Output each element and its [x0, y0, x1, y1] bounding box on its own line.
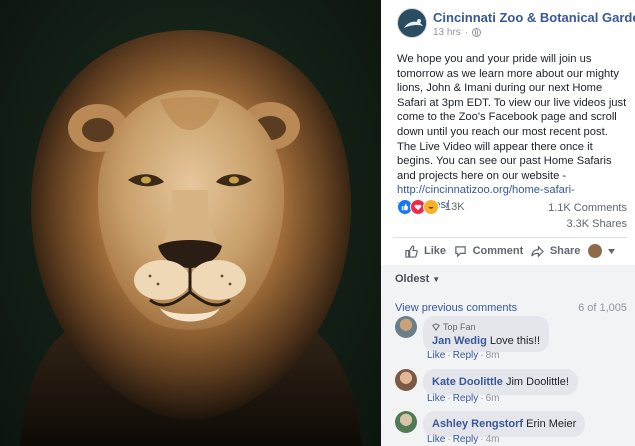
lion-image: [20, 30, 362, 446]
comment-text: Erin Meier: [526, 418, 577, 430]
shares-count[interactable]: 3.3K Shares: [548, 216, 627, 232]
comment-reply-link[interactable]: Reply: [453, 350, 479, 361]
comment-actions: Like · Reply · 8m: [427, 350, 500, 361]
post-meta: 13 hrs ·: [433, 27, 482, 38]
view-previous-comments-link[interactable]: View previous comments: [395, 302, 517, 314]
avatar[interactable]: [395, 411, 417, 433]
post-as-selector[interactable]: [587, 244, 615, 258]
comment-text: Love this!!: [489, 335, 541, 347]
comment-text: Jim Doolittle!: [505, 376, 569, 388]
badge-label: Top Fan: [443, 322, 476, 332]
post-time[interactable]: 13 hrs: [433, 27, 461, 38]
comment-like-link[interactable]: Like: [427, 434, 445, 445]
previous-comments-row: View previous comments 6 of 1,005: [395, 302, 627, 314]
lion-photo[interactable]: [0, 0, 381, 446]
meta-separator: ·: [464, 27, 469, 38]
user-avatar: [587, 244, 602, 258]
share-label: Share: [549, 245, 581, 257]
zoo-logo-icon: [399, 10, 426, 37]
comment-button[interactable]: Comment: [454, 245, 524, 258]
top-fan-badge: Top Fan: [432, 320, 540, 334]
comment-actions: Like · Reply · 6m: [427, 393, 500, 404]
top-fan-badge-icon: [432, 323, 440, 331]
comment-sort-dropdown[interactable]: Oldest ▼: [395, 273, 440, 285]
comments-section: Oldest ▼ View previous comments 6 of 1,0…: [381, 265, 635, 446]
comment-time[interactable]: 6m: [486, 393, 500, 404]
reactions-summary[interactable]: 13K: [397, 199, 465, 215]
post-message: We hope you and your pride will join us …: [397, 53, 627, 182]
comment-time[interactable]: 4m: [486, 434, 500, 445]
chevron-down-icon: [607, 248, 615, 254]
comment-author[interactable]: Ashley Rengstorf: [432, 418, 523, 430]
reaction-count: 13K: [445, 201, 465, 213]
like-label: Like: [424, 245, 447, 257]
comment-author[interactable]: Jan Wedig: [432, 335, 487, 347]
comment-label: Comment: [472, 245, 524, 257]
like-button[interactable]: Like: [405, 244, 447, 258]
comments-shown-count: 6 of 1,005: [578, 302, 627, 314]
comment-like-link[interactable]: Like: [427, 350, 445, 361]
comment-reply-link[interactable]: Reply: [453, 434, 479, 445]
comment-bubble-icon: [454, 245, 466, 258]
post-text: We hope you and your pride will join us …: [397, 52, 627, 213]
sort-label: Oldest: [395, 273, 430, 285]
engagement-counts: 1.1K Comments 3.3K Shares: [548, 200, 627, 232]
like-thumb-icon: [405, 244, 418, 258]
post-panel: Cincinnati Zoo & Botanical Garden 13 hrs…: [381, 0, 635, 446]
comment-like-link[interactable]: Like: [427, 393, 445, 404]
share-button[interactable]: Share: [531, 244, 581, 258]
avatar[interactable]: [395, 316, 417, 338]
comments-count[interactable]: 1.1K Comments: [548, 200, 627, 216]
globe-icon: [472, 28, 482, 37]
comment-bubble: Kate Doolittle Jim Doolittle!: [423, 369, 578, 395]
comment-actions: Like · Reply · 4m: [427, 434, 500, 445]
avatar[interactable]: [395, 369, 417, 391]
comment-item: Kate Doolittle Jim Doolittle!: [395, 369, 578, 395]
page-name[interactable]: Cincinnati Zoo & Botanical Garden: [433, 10, 635, 25]
comment-item: Top Fan Jan Wedig Love this!!: [395, 316, 550, 352]
comment-bubble: Top Fan Jan Wedig Love this!!: [423, 316, 550, 352]
page-avatar[interactable]: [397, 8, 427, 38]
chevron-down-icon: ▼: [432, 275, 441, 284]
haha-reaction-icon: [423, 199, 439, 215]
share-arrow-icon: [531, 244, 544, 258]
comment-author[interactable]: Kate Doolittle: [432, 376, 503, 388]
comment-reply-link[interactable]: Reply: [453, 393, 479, 404]
action-bar: Like Comment Share: [393, 238, 627, 264]
comment-time[interactable]: 8m: [486, 350, 500, 361]
